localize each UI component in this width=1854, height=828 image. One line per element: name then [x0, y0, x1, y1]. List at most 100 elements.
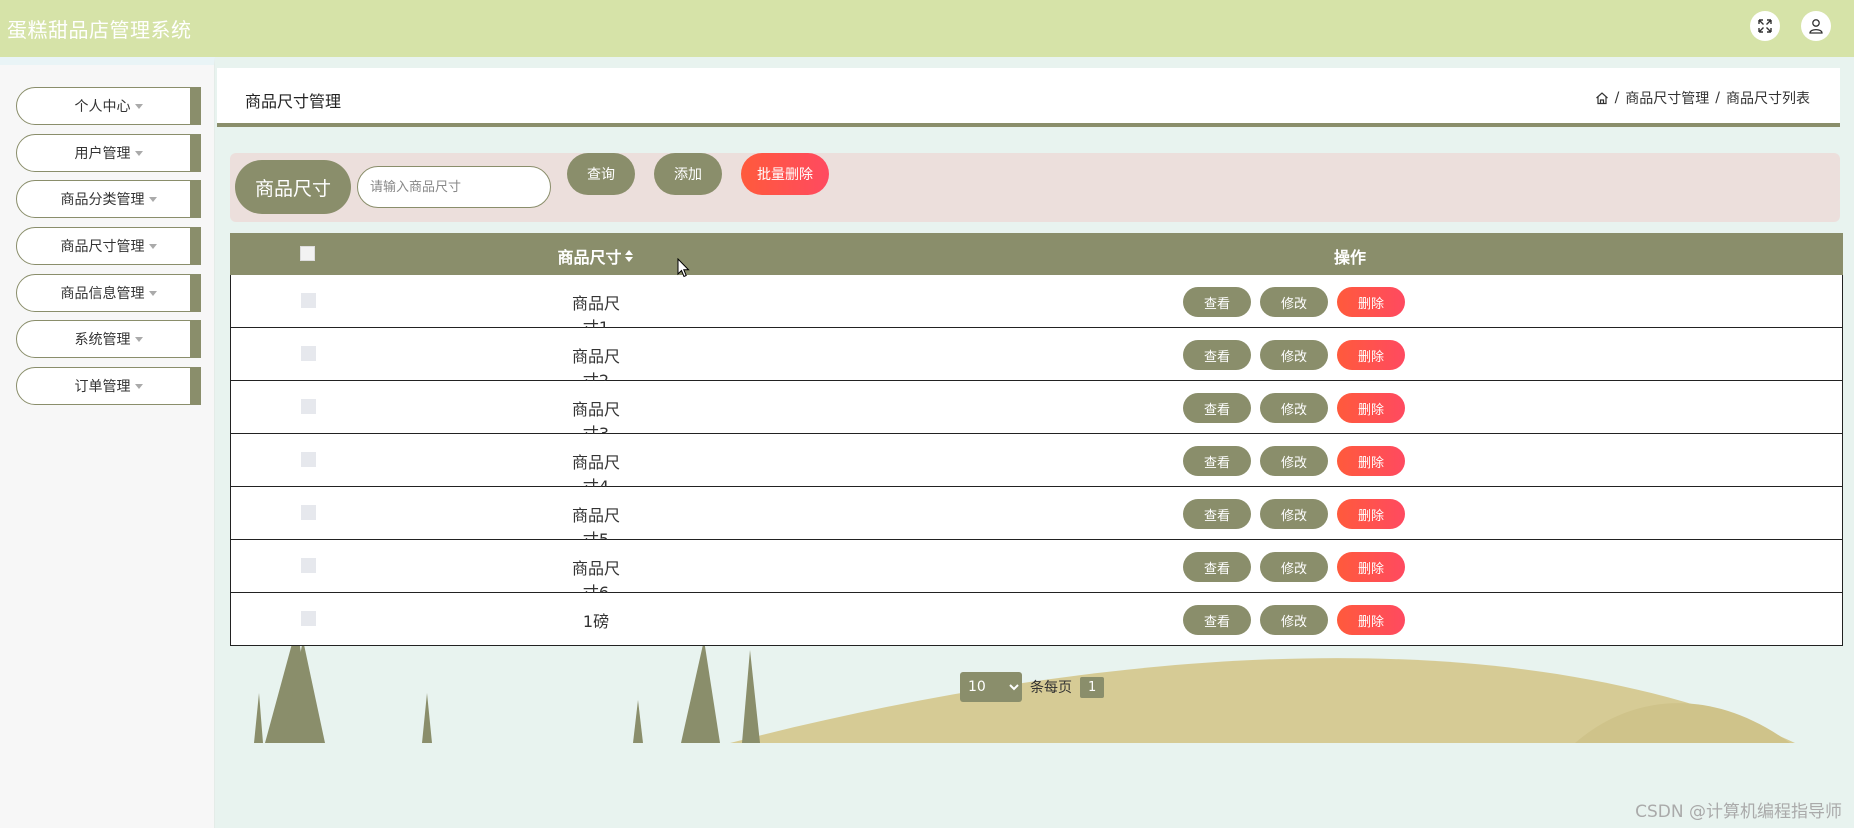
sidebar-item-label: 用户管理 [74, 146, 131, 162]
edit-button[interactable]: 修改 [1260, 393, 1328, 423]
per-page-label: 条每页 [1030, 680, 1072, 696]
sort-icon[interactable] [624, 250, 633, 262]
view-button[interactable]: 查看 [1183, 499, 1251, 529]
table-row: 商品尺寸2 查看 修改 删除 [230, 328, 1843, 390]
row-checkbox[interactable] [301, 293, 316, 308]
row-checkbox[interactable] [301, 611, 316, 626]
delete-button[interactable]: 删除 [1337, 446, 1405, 476]
row-checkbox[interactable] [301, 346, 316, 361]
column-header-size[interactable]: 商品尺寸 [530, 244, 660, 268]
page-size-select[interactable]: 10 [960, 672, 1022, 702]
row-actions: 查看 修改 删除 [1183, 605, 1405, 635]
delete-button[interactable]: 删除 [1337, 605, 1405, 635]
breadcrumb: / 商品尺寸管理 / 商品尺寸列表 [1595, 88, 1810, 108]
column-header-actions: 操作 [1333, 248, 1366, 267]
view-button[interactable]: 查看 [1183, 340, 1251, 370]
row-actions: 查看 修改 删除 [1183, 287, 1405, 317]
row-checkbox[interactable] [301, 452, 316, 467]
table-row: 1磅 查看 修改 删除 [230, 593, 1843, 646]
delete-button[interactable]: 删除 [1337, 499, 1405, 529]
page-title: 商品尺寸管理 [245, 92, 342, 111]
page-header: 商品尺寸管理 / 商品尺寸管理 / 商品尺寸列表 [217, 68, 1840, 127]
row-checkbox[interactable] [301, 505, 316, 520]
sidebar-item-label: 商品信息管理 [60, 286, 145, 302]
sidebar-item-accent [190, 275, 200, 311]
row-actions: 查看 修改 删除 [1183, 340, 1405, 370]
top-bar: 蛋糕甜品店管理系统 [0, 0, 1854, 57]
breadcrumb-item[interactable]: 商品尺寸管理 [1625, 88, 1709, 108]
delete-button[interactable]: 删除 [1337, 287, 1405, 317]
row-actions: 查看 修改 删除 [1183, 393, 1405, 423]
watermark: CSDN @计算机编程指导师 [1635, 802, 1842, 822]
fullscreen-button[interactable] [1750, 11, 1780, 41]
query-button[interactable]: 查询 [567, 153, 635, 195]
page-number-current[interactable]: 1 [1080, 676, 1105, 698]
search-label: 商品尺寸 [235, 160, 351, 214]
edit-button[interactable]: 修改 [1260, 499, 1328, 529]
view-button[interactable]: 查看 [1183, 446, 1251, 476]
expand-icon [1758, 19, 1772, 33]
column-header-label: 商品尺寸 [557, 248, 622, 267]
sidebar-item-accent [190, 88, 200, 124]
search-input[interactable] [357, 166, 551, 208]
row-checkbox[interactable] [301, 558, 316, 573]
sidebar-item-label: 个人中心 [74, 99, 131, 115]
sidebar-item-category-management[interactable]: 商品分类管理 [16, 180, 201, 218]
cell-size: 1磅 [582, 612, 610, 631]
row-actions: 查看 修改 删除 [1183, 446, 1405, 476]
row-actions: 查看 修改 删除 [1183, 552, 1405, 582]
delete-button[interactable]: 删除 [1337, 340, 1405, 370]
sidebar-item-product-management[interactable]: 商品信息管理 [16, 274, 201, 312]
edit-button[interactable]: 修改 [1260, 446, 1328, 476]
table-row: 商品尺寸1 查看 修改 删除 [230, 275, 1843, 337]
edit-button[interactable]: 修改 [1260, 605, 1328, 635]
caret-down-icon [148, 197, 157, 202]
sidebar-item-size-management[interactable]: 商品尺寸管理 [16, 227, 201, 265]
size-table: 商品尺寸 操作 商品尺寸1 查看 修改 删除 商品尺寸2 查看 修改 删除 商品… [230, 233, 1843, 646]
sidebar-item-personal-center[interactable]: 个人中心 [16, 87, 201, 125]
sidebar-item-accent [190, 228, 200, 264]
mouse-cursor-icon [677, 258, 690, 278]
sidebar-item-accent [190, 135, 200, 171]
breadcrumb-separator: / [1614, 90, 1620, 106]
sidebar: 个人中心 用户管理 商品分类管理 商品尺寸管理 商品信息管理 系统管理 订单管理 [0, 57, 215, 828]
user-menu-button[interactable] [1801, 11, 1831, 41]
table-row: 商品尺寸5 查看 修改 删除 [230, 487, 1843, 549]
delete-button[interactable]: 删除 [1337, 552, 1405, 582]
caret-down-icon [134, 384, 143, 389]
caret-down-icon [148, 244, 157, 249]
sidebar-item-label: 商品分类管理 [60, 192, 145, 208]
view-button[interactable]: 查看 [1183, 393, 1251, 423]
sidebar-item-label: 订单管理 [74, 379, 131, 395]
search-bar: 商品尺寸 查询 添加 批量删除 [230, 153, 1840, 222]
add-button[interactable]: 添加 [654, 153, 722, 195]
table-header: 商品尺寸 操作 [230, 233, 1843, 275]
edit-button[interactable]: 修改 [1260, 340, 1328, 370]
caret-down-icon [148, 291, 157, 296]
pagination: 10 条每页 1 [960, 672, 1105, 702]
caret-down-icon [134, 151, 143, 156]
table-row: 商品尺寸4 查看 修改 删除 [230, 434, 1843, 496]
sidebar-item-accent [190, 181, 200, 217]
batch-delete-button[interactable]: 批量删除 [741, 153, 829, 195]
view-button[interactable]: 查看 [1183, 287, 1251, 317]
home-icon[interactable] [1595, 91, 1609, 105]
sidebar-item-label: 系统管理 [74, 332, 131, 348]
view-button[interactable]: 查看 [1183, 552, 1251, 582]
sidebar-item-user-management[interactable]: 用户管理 [16, 134, 201, 172]
view-button[interactable]: 查看 [1183, 605, 1251, 635]
select-all-checkbox[interactable] [300, 246, 315, 261]
table-row: 商品尺寸3 查看 修改 删除 [230, 381, 1843, 443]
breadcrumb-separator: / [1715, 90, 1720, 106]
sidebar-item-accent [190, 321, 200, 357]
delete-button[interactable]: 删除 [1337, 393, 1405, 423]
user-icon [1809, 19, 1823, 34]
breadcrumb-item-current: 商品尺寸列表 [1726, 91, 1810, 107]
sidebar-item-system-management[interactable]: 系统管理 [16, 320, 201, 358]
caret-down-icon [134, 104, 143, 109]
edit-button[interactable]: 修改 [1260, 287, 1328, 317]
row-checkbox[interactable] [301, 399, 316, 414]
sidebar-item-order-management[interactable]: 订单管理 [16, 367, 201, 405]
edit-button[interactable]: 修改 [1260, 552, 1328, 582]
app-title: 蛋糕甜品店管理系统 [7, 18, 192, 42]
